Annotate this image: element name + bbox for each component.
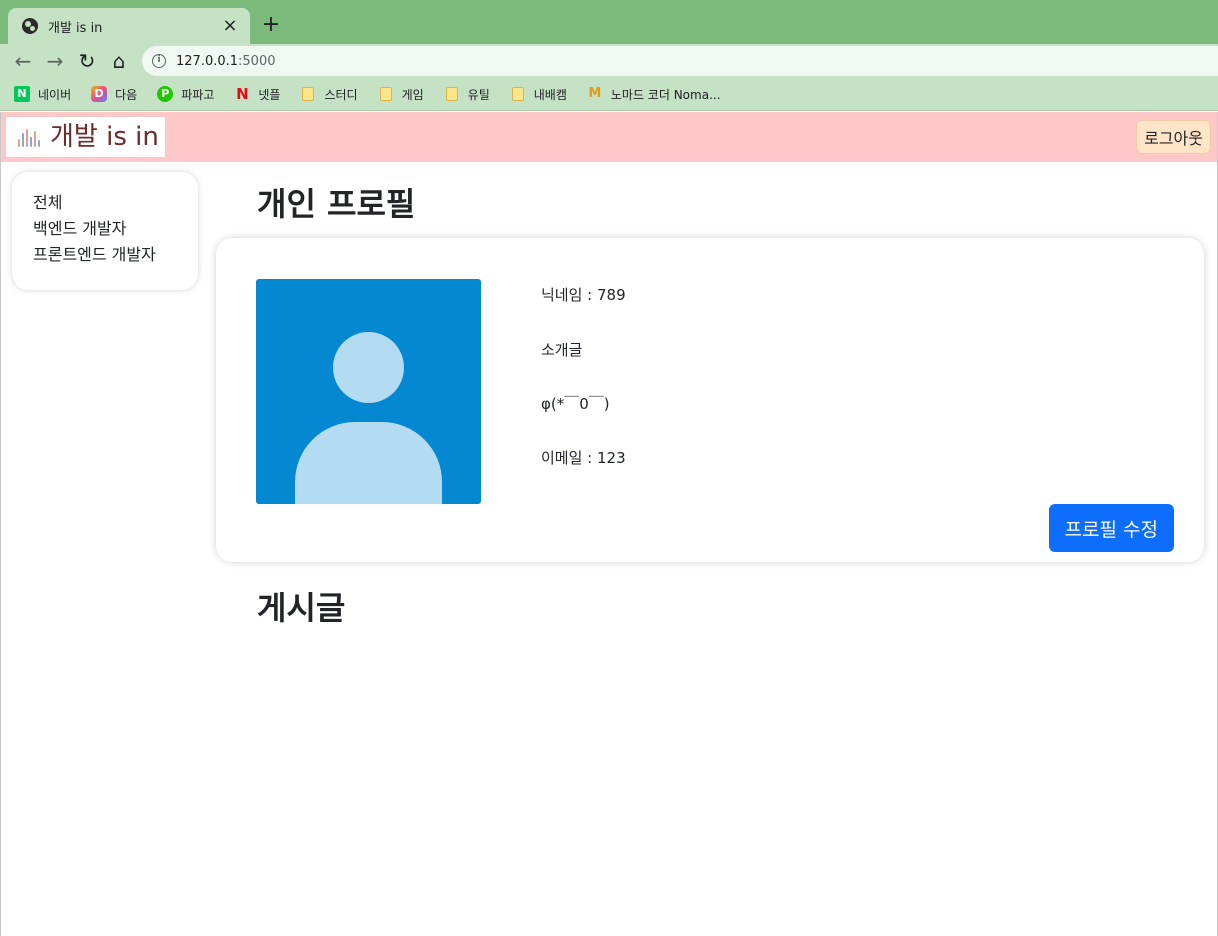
- url-port: :5000: [238, 53, 276, 69]
- folder-icon: [379, 87, 392, 101]
- site-navbar: 개발 is in 로그아웃: [0, 112, 1218, 162]
- bookmark-label: 노마드 코더 Noma...: [610, 87, 721, 102]
- browser-toolbar: ← → ↻ ⌂ i 127.0.0.1:5000: [0, 44, 1218, 78]
- sidebar-item-backend[interactable]: 백엔드 개발자: [33, 216, 198, 242]
- profile-email: 이메일 : 123: [541, 449, 626, 467]
- profile-intro-label: 소개글: [541, 341, 583, 359]
- bookmark-naver[interactable]: N 네이버: [14, 86, 71, 103]
- info-icon[interactable]: i: [152, 54, 166, 68]
- bookmarks-bar: N 네이버 D 다음 P 파파고 N 넷플 스터디 게임 유틸 내배캠 M 노마…: [0, 78, 1218, 111]
- reload-icon[interactable]: ↻: [74, 48, 100, 74]
- browser-tab[interactable]: 개발 is in ×: [8, 8, 250, 44]
- bookmark-folder-game[interactable]: 게임: [378, 86, 424, 103]
- posts-heading: 게시글: [257, 589, 346, 627]
- sidebar-item-all[interactable]: 전체: [33, 190, 198, 216]
- bookmark-papago[interactable]: P 파파고: [157, 86, 214, 103]
- bookmark-label: 파파고: [181, 87, 215, 102]
- category-sidebar: 전체 백엔드 개발자 프론트엔드 개발자: [12, 172, 198, 290]
- bookmark-label: 넷플: [258, 87, 281, 102]
- brand-logo-link[interactable]: 개발 is in: [6, 117, 165, 157]
- bookmark-netflix[interactable]: N 넷플: [234, 86, 280, 103]
- bookmark-nomad[interactable]: M 노마드 코더 Noma...: [587, 86, 721, 103]
- brand-name: 개발 is in: [50, 122, 159, 152]
- bookmark-daum[interactable]: D 다음: [91, 86, 137, 103]
- folder-icon: [445, 87, 458, 101]
- folder-icon: [302, 87, 315, 101]
- window-left-border: [0, 112, 1, 936]
- naver-icon: N: [14, 86, 30, 102]
- new-tab-button[interactable]: +: [258, 12, 284, 38]
- close-icon[interactable]: ×: [220, 16, 240, 36]
- bookmark-folder-camp[interactable]: 내배캠: [510, 86, 567, 103]
- bookmark-label: 스터디: [324, 87, 358, 102]
- bookmark-label: 다음: [115, 87, 138, 102]
- nomad-icon: M: [588, 86, 602, 101]
- tab-title: 개발 is in: [48, 20, 103, 36]
- bookmark-label: 게임: [401, 87, 424, 102]
- sound-bars-icon: [18, 127, 42, 147]
- bookmark-label: 네이버: [38, 87, 72, 102]
- edit-profile-button[interactable]: 프로필 수정: [1048, 504, 1174, 552]
- bookmark-folder-study[interactable]: 스터디: [300, 86, 358, 103]
- logout-button[interactable]: 로그아웃: [1136, 120, 1211, 154]
- netflix-icon: N: [236, 85, 249, 103]
- profile-heading: 개인 프로필: [257, 185, 416, 223]
- back-arrow-icon[interactable]: ←: [10, 48, 36, 74]
- forward-arrow-icon[interactable]: →: [42, 48, 68, 74]
- bookmark-label: 유틸: [467, 87, 490, 102]
- url-host: 127.0.0.1: [176, 53, 239, 69]
- address-bar[interactable]: i 127.0.0.1:5000: [142, 46, 1218, 76]
- home-icon[interactable]: ⌂: [106, 48, 132, 74]
- bookmark-folder-util[interactable]: 유틸: [444, 86, 490, 103]
- folder-icon: [511, 87, 524, 101]
- profile-nickname: 닉네임 : 789: [541, 286, 626, 304]
- profile-intro-text: φ(*￣0￣): [541, 395, 610, 413]
- avatar-head: [333, 332, 404, 403]
- profile-card: 닉네임 : 789 소개글 φ(*￣0￣) 이메일 : 123 프로필 수정: [216, 238, 1204, 562]
- avatar-body: [295, 422, 442, 504]
- daum-icon: D: [91, 86, 108, 102]
- browser-tabstrip: 개발 is in × +: [0, 0, 1218, 44]
- papago-icon: P: [157, 86, 174, 102]
- url-text: 127.0.0.1:5000: [176, 54, 276, 69]
- sidebar-item-frontend[interactable]: 프론트엔드 개발자: [33, 242, 198, 268]
- avatar: [256, 279, 481, 504]
- bookmark-label: 내배캠: [533, 87, 567, 102]
- globe-icon: [22, 18, 38, 34]
